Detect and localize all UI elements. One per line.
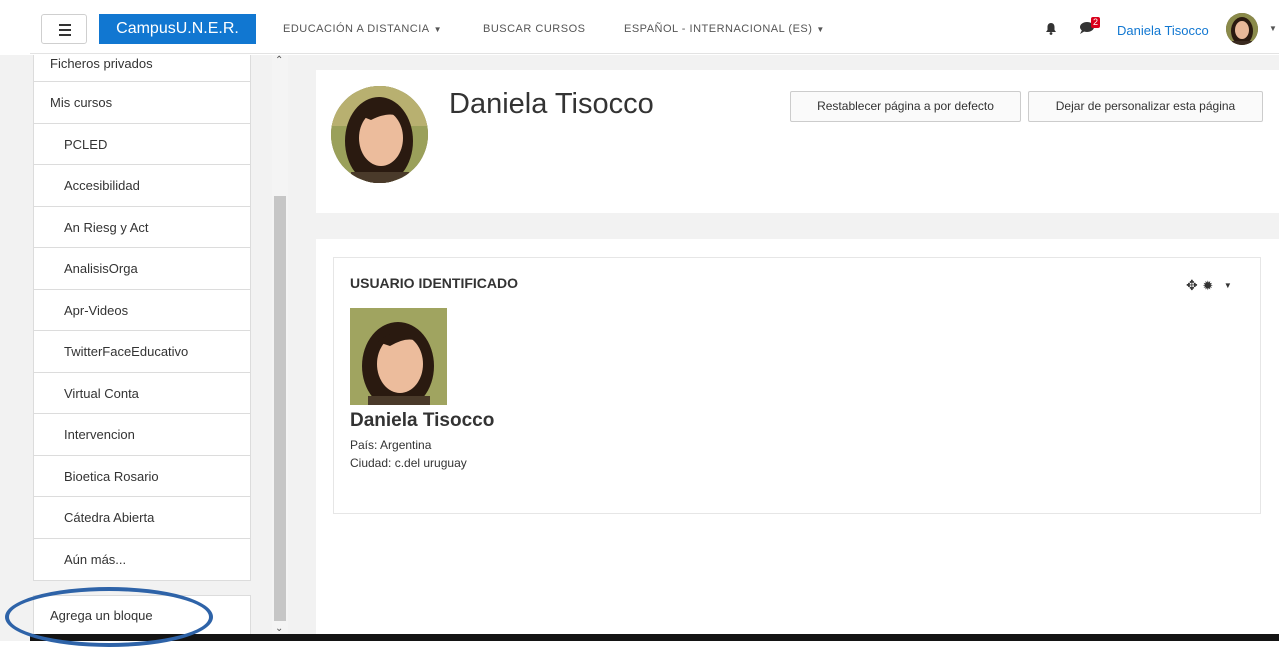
drawer-course-item[interactable]: Intervencion <box>34 414 250 456</box>
drawer-item-mis-cursos[interactable]: Mis cursos <box>34 82 250 124</box>
drawer-course-item[interactable]: Cátedra Abierta <box>34 497 250 539</box>
message-count-badge: 2 <box>1091 17 1101 28</box>
drawer-course-item[interactable]: Virtual Conta <box>34 373 250 414</box>
block-title: USUARIO IDENTIFICADO <box>350 275 518 291</box>
caret-down-icon[interactable]: ▼ <box>1224 281 1232 290</box>
scroll-down-arrow-icon[interactable]: ⌄ <box>275 623 283 634</box>
bell-icon[interactable] <box>1045 22 1057 38</box>
user-full-name[interactable]: Daniela Tisocco <box>350 410 494 432</box>
drawer-course-item[interactable]: TwitterFaceEducativo <box>34 331 250 373</box>
user-city: Ciudad: c.del uruguay <box>350 456 467 470</box>
nav-link-label: ESPAÑOL - INTERNACIONAL (ES) <box>624 23 813 35</box>
user-picture <box>350 308 447 405</box>
drawer-item-ficheros-privados[interactable]: Ficheros privados <box>34 55 250 82</box>
hamburger-icon-bar <box>59 34 71 36</box>
drawer-scrollbar[interactable]: ⌃ ⌄ <box>272 55 288 641</box>
nav-link-label: BUSCAR CURSOS <box>483 23 586 35</box>
reset-page-button[interactable]: Restablecer página a por defecto <box>790 91 1021 122</box>
stop-customising-button[interactable]: Dejar de personalizar esta página <box>1028 91 1263 122</box>
top-navbar: CampusU.N.E.R. EDUCACIÓN A DISTANCIA ▼ BU… <box>30 6 1279 54</box>
site-brand-link[interactable]: CampusU.N.E.R. <box>99 14 256 44</box>
caret-down-icon: ▼ <box>816 25 825 34</box>
block-controls: ✥ ✹ ▼ <box>1186 277 1232 294</box>
profile-picture <box>331 86 428 183</box>
hamburger-icon <box>59 24 71 26</box>
nav-link-idioma[interactable]: ESPAÑOL - INTERNACIONAL (ES) ▼ <box>624 23 825 35</box>
drawer-course-item[interactable]: Bioetica Rosario <box>34 456 250 497</box>
user-menu-name[interactable]: Daniela Tisocco <box>1117 23 1209 38</box>
drawer-course-item[interactable]: PCLED <box>34 124 250 165</box>
user-avatar[interactable] <box>1226 13 1258 45</box>
nav-link-buscar-cursos[interactable]: BUSCAR CURSOS <box>483 23 585 35</box>
caret-down-icon[interactable]: ▼ <box>1269 24 1277 33</box>
drawer-course-item[interactable]: Accesibilidad <box>34 165 250 207</box>
drawer-course-item[interactable]: AnalisisOrga <box>34 248 250 290</box>
drawer-course-item[interactable]: Apr-Videos <box>34 290 250 331</box>
hamburger-icon-bar <box>59 29 71 31</box>
nav-drawer-list: Ficheros privados Mis cursos PCLED Acces… <box>33 55 251 581</box>
caret-down-icon: ▼ <box>433 25 443 34</box>
user-country: País: Argentina <box>350 438 432 452</box>
page-title: Daniela Tisocco <box>449 88 654 120</box>
logged-in-user-block <box>333 257 1261 514</box>
drawer-item-mas-cursos[interactable]: Aún más... <box>34 539 250 581</box>
bottom-strip <box>30 634 1279 641</box>
nav-drawer: Ficheros privados Mis cursos PCLED Acces… <box>0 55 288 641</box>
nav-link-educacion[interactable]: EDUCACIÓN A DISTANCIA ▼ <box>283 23 442 35</box>
scroll-up-arrow-icon[interactable]: ⌃ <box>275 55 283 66</box>
drawer-course-item[interactable]: An Riesg y Act <box>34 207 250 248</box>
nav-link-label: EDUCACIÓN A DISTANCIA <box>283 23 430 35</box>
scrollbar-thumb[interactable] <box>274 196 286 621</box>
menu-toggle-button[interactable] <box>41 14 87 44</box>
gear-icon[interactable]: ✹ <box>1202 278 1213 293</box>
move-icon[interactable]: ✥ <box>1186 277 1198 293</box>
